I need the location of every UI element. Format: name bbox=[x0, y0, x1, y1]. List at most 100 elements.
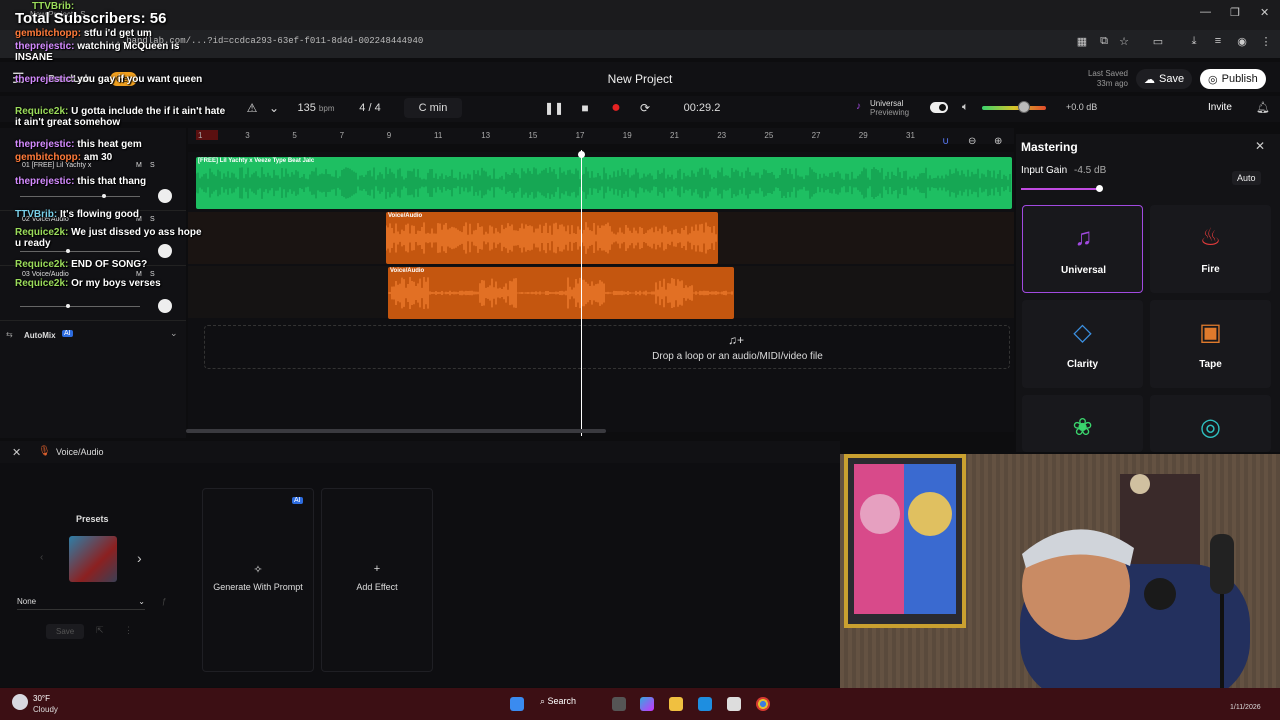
tape-icon: ▣ bbox=[1199, 319, 1222, 346]
mastering-icon[interactable]: ♪ bbox=[856, 101, 861, 112]
input-gain-handle[interactable] bbox=[1096, 185, 1103, 192]
minimize-button[interactable]: — bbox=[1200, 6, 1211, 18]
speaker-icon[interactable]: 🔈︎ bbox=[962, 101, 969, 114]
fader-handle[interactable] bbox=[102, 194, 106, 198]
snap-magnet-icon[interactable]: ∪ bbox=[942, 136, 949, 147]
mastering-preview[interactable]: Universal Previewing bbox=[870, 99, 909, 117]
playhead-handle[interactable] bbox=[578, 151, 585, 158]
file-explorer-icon[interactable] bbox=[669, 697, 683, 711]
fader-handle[interactable] bbox=[66, 304, 70, 308]
zoom-out-icon[interactable]: ⊖ bbox=[968, 136, 976, 147]
solo-button[interactable]: S bbox=[150, 271, 155, 278]
mute-button[interactable]: M bbox=[136, 162, 142, 169]
chevron-left-icon[interactable]: ‹ bbox=[40, 552, 43, 563]
save-button[interactable]: ☁ Save bbox=[1136, 69, 1193, 89]
store-icon[interactable] bbox=[727, 697, 741, 711]
start-windows-icon[interactable] bbox=[510, 697, 524, 711]
screen-share-icon[interactable]: ⧉ bbox=[1096, 35, 1112, 51]
volume-fader[interactable] bbox=[20, 306, 140, 307]
effects-panel-header bbox=[0, 441, 840, 463]
chat-message: Requice2k: Or my boys verses bbox=[15, 278, 161, 289]
mastering-preset-clarity[interactable]: ◇ Clarity bbox=[1022, 300, 1143, 388]
track-name[interactable]: 01 [FREE] Lil Yachty x bbox=[22, 162, 91, 169]
playhead[interactable] bbox=[581, 150, 582, 436]
timeline-ruler[interactable] bbox=[188, 128, 1014, 144]
task-view-icon[interactable] bbox=[612, 697, 626, 711]
volume-fader[interactable] bbox=[20, 251, 140, 252]
chevron-down-icon[interactable]: ⌄ bbox=[170, 328, 178, 339]
invite-button[interactable]: Invite bbox=[1208, 102, 1232, 113]
pan-knob[interactable] bbox=[158, 299, 172, 313]
auto-gain-button[interactable]: Auto bbox=[1232, 171, 1261, 185]
stop-button[interactable]: ■ bbox=[575, 98, 595, 118]
fx-icon[interactable]: ƒ bbox=[162, 597, 166, 606]
track-name[interactable]: 03 Voice/Audio bbox=[22, 271, 69, 278]
loop-button[interactable]: ⟳ bbox=[635, 98, 655, 118]
generate-with-prompt-card[interactable]: ✧ Generate With Prompt bbox=[202, 488, 314, 672]
spiral-icon: ◎ bbox=[1200, 414, 1221, 441]
chevron-right-icon[interactable]: › bbox=[137, 550, 142, 566]
chrome-icon[interactable] bbox=[756, 697, 770, 711]
weather-temp[interactable]: 30°F bbox=[33, 694, 50, 703]
drop-zone[interactable] bbox=[204, 325, 1010, 369]
weather-desc[interactable]: Cloudy bbox=[33, 705, 58, 714]
reading-list-icon[interactable]: ≡ bbox=[1210, 35, 1226, 51]
project-title[interactable]: New Project bbox=[560, 72, 720, 86]
chat-message: gembitchopp: am 30 bbox=[15, 152, 113, 163]
share-icon[interactable]: ⇱ bbox=[96, 625, 104, 636]
solo-button[interactable]: S bbox=[150, 162, 155, 169]
weather-cloud-icon[interactable] bbox=[12, 694, 28, 710]
close-icon[interactable]: ✕ bbox=[1255, 139, 1265, 153]
chevron-down-icon[interactable]: ⌄ bbox=[264, 98, 284, 118]
input-gain-slider[interactable] bbox=[1021, 188, 1101, 190]
preset-thumbnail[interactable] bbox=[69, 536, 117, 582]
clip-label: [FREE] Lil Yachty x Veeze Type Beat Jalc bbox=[198, 158, 315, 164]
bpm-field[interactable]: 135 bpm bbox=[290, 98, 342, 118]
taskbar-date[interactable]: 1/11/2026 bbox=[1230, 704, 1261, 711]
mastering-preset-5[interactable]: ❀ bbox=[1022, 395, 1143, 452]
time-signature-field[interactable]: 4 / 4 bbox=[348, 98, 392, 118]
taskbar-search[interactable]: ⌕ Search bbox=[540, 696, 576, 707]
automix-label[interactable]: AutoMix bbox=[24, 331, 56, 340]
zoom-in-icon[interactable]: ⊕ bbox=[994, 136, 1002, 147]
preset-select[interactable]: None ⌄ bbox=[17, 597, 145, 610]
mastering-preset-universal[interactable]: ♫ Universal bbox=[1022, 205, 1143, 293]
mastering-preset-tape[interactable]: ▣ Tape bbox=[1150, 300, 1271, 388]
close-window-button[interactable]: ✕ bbox=[1260, 6, 1269, 19]
volume-slider-handle[interactable] bbox=[1018, 101, 1030, 113]
lotus-icon: ❀ bbox=[1072, 414, 1093, 441]
publish-button[interactable]: ◎ Publish bbox=[1200, 69, 1266, 89]
mute-button[interactable]: M bbox=[136, 271, 142, 278]
horizontal-scrollbar[interactable] bbox=[186, 429, 606, 433]
more-options-icon[interactable]: ⋮ bbox=[124, 625, 133, 636]
bookmark-star-icon[interactable]: ☆ bbox=[1116, 35, 1132, 51]
audio-clip-voice[interactable]: Voice/Audio bbox=[386, 212, 718, 264]
preset-save-button[interactable]: Save bbox=[46, 624, 85, 639]
volume-slider[interactable] bbox=[982, 106, 1046, 110]
close-icon[interactable]: ✕ bbox=[12, 446, 21, 459]
browser-menu-icon[interactable]: ⋮ bbox=[1258, 35, 1274, 51]
fader-handle[interactable] bbox=[66, 249, 70, 253]
pause-button[interactable]: ❚❚ bbox=[544, 98, 564, 118]
metronome-icon[interactable]: ⚠ bbox=[242, 98, 262, 118]
mastering-preset-fire[interactable]: ♨ Fire bbox=[1150, 205, 1271, 293]
profile-icon[interactable]: ◉ bbox=[1234, 35, 1250, 51]
maximize-button[interactable]: ❐ bbox=[1230, 6, 1240, 19]
notification-bell-icon[interactable]: 🔔︎ bbox=[1256, 101, 1270, 114]
sidebar-icon[interactable]: ▭ bbox=[1150, 35, 1166, 51]
webcam-feed bbox=[840, 454, 1280, 702]
add-effect-label: Add Effect bbox=[356, 582, 398, 592]
audio-clip-beat[interactable]: [FREE] Lil Yachty x Veeze Type Beat Jalc bbox=[196, 157, 1012, 209]
volume-fader[interactable] bbox=[20, 196, 140, 197]
copilot-icon[interactable] bbox=[640, 697, 654, 711]
audio-clip-voice[interactable]: Voice/Audio bbox=[388, 267, 734, 319]
add-effect-card[interactable]: + Add Effect bbox=[321, 488, 433, 672]
edge-icon[interactable] bbox=[698, 697, 712, 711]
pan-knob[interactable] bbox=[158, 189, 172, 203]
translate-icon[interactable]: ▦ bbox=[1074, 35, 1090, 51]
chat-message: theprejestic: you gay if you want queen bbox=[15, 74, 203, 85]
key-field[interactable]: C min bbox=[404, 98, 462, 118]
download-icon[interactable]: ⤓ bbox=[1186, 35, 1202, 51]
record-button[interactable]: ● bbox=[606, 98, 626, 118]
mastering-preset-6[interactable]: ◎ bbox=[1150, 395, 1271, 452]
